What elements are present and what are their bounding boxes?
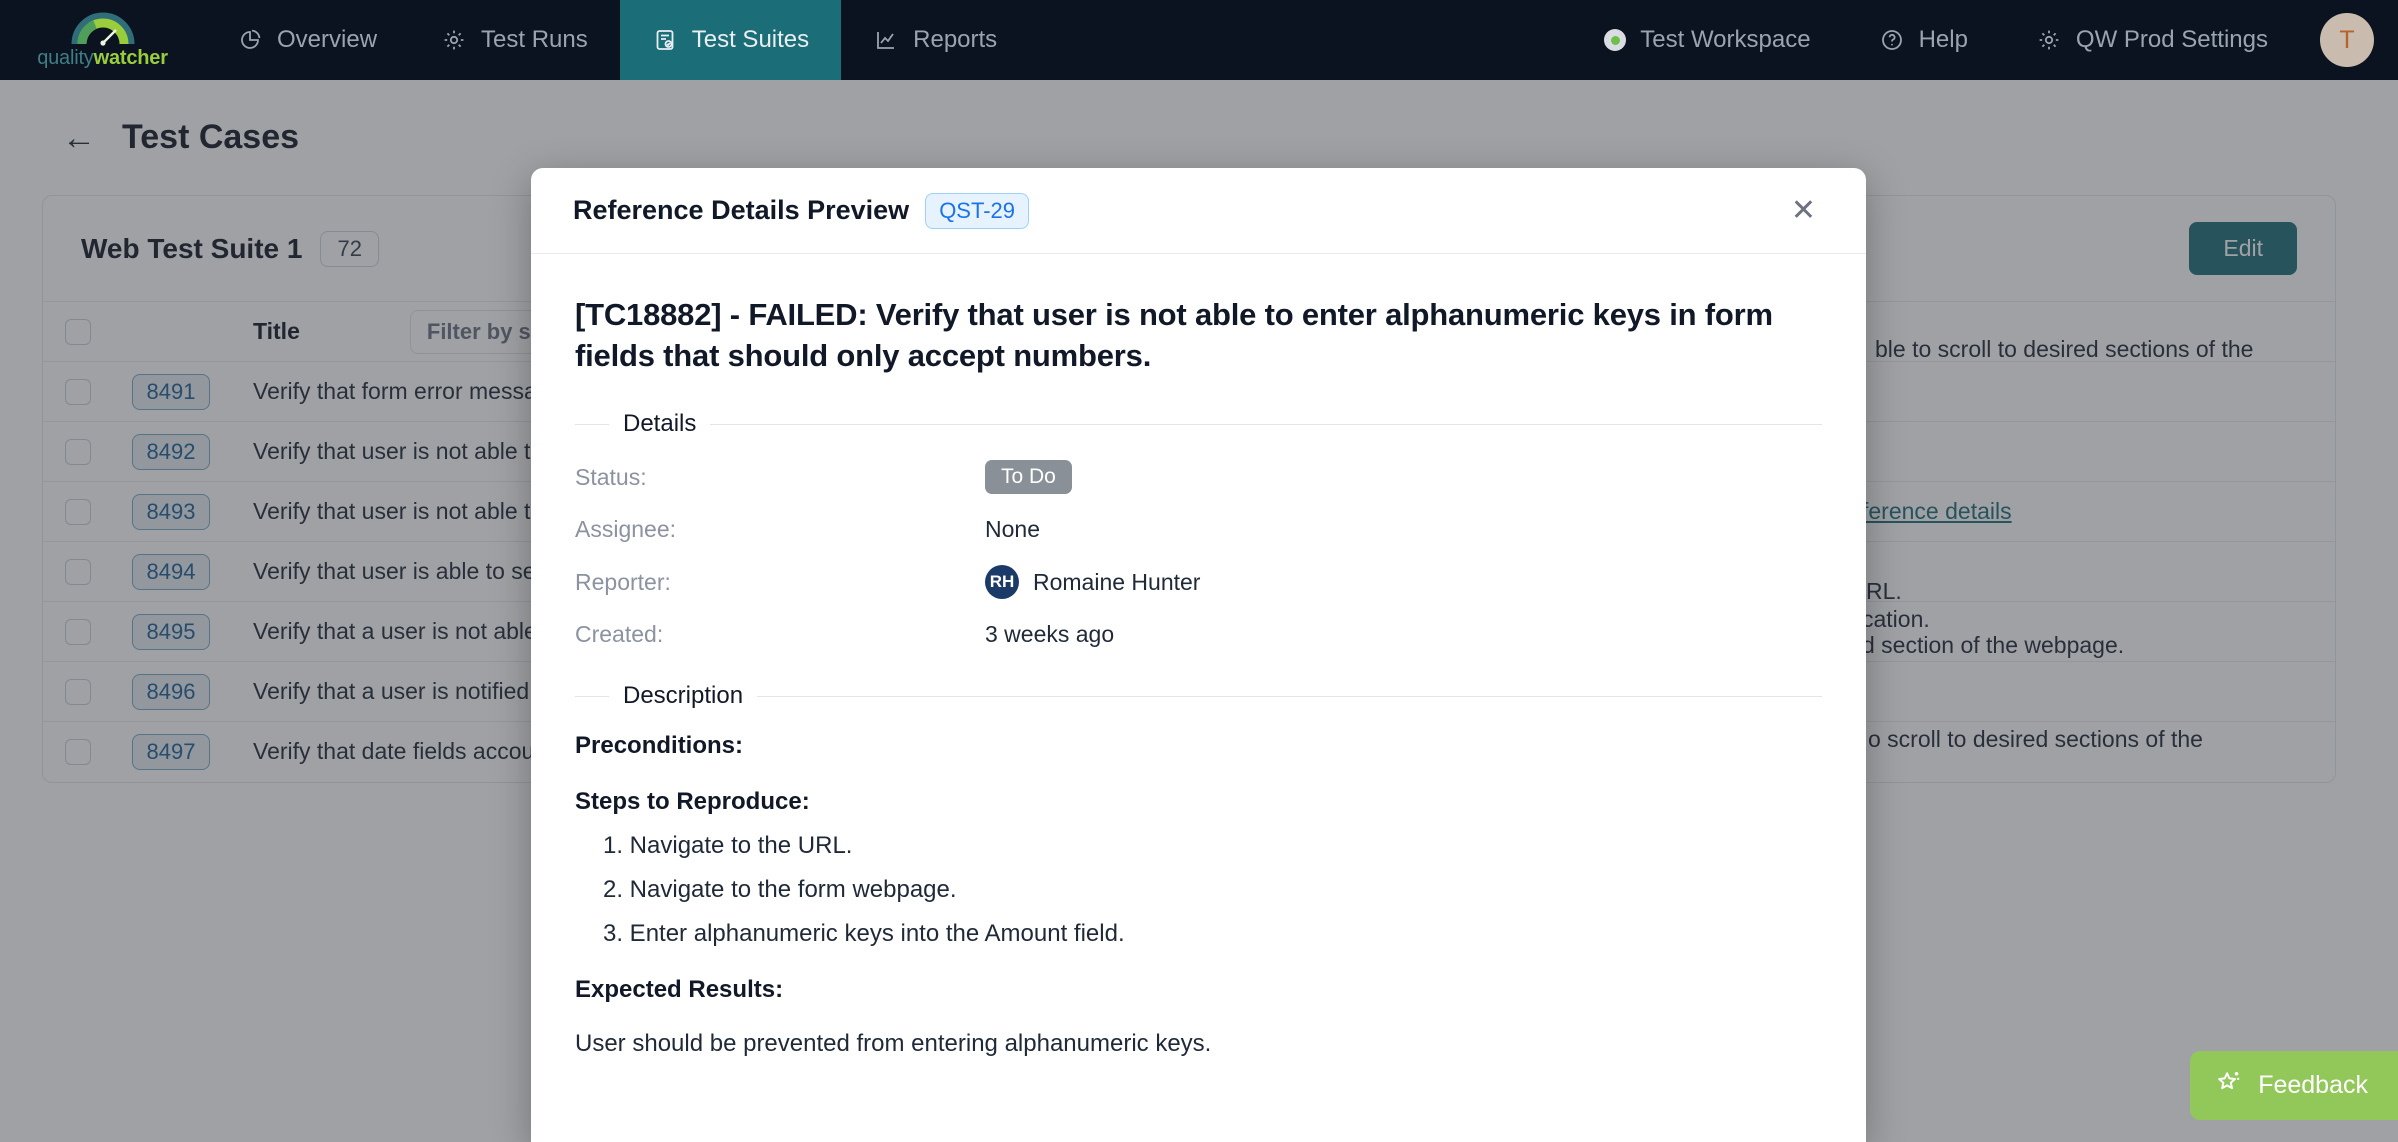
avatar[interactable]: T xyxy=(2320,13,2374,67)
nav-item-help[interactable]: Help xyxy=(1847,0,2000,80)
description-section-header: Description xyxy=(575,682,1822,710)
nav-label-reports: Reports xyxy=(913,26,998,53)
details-list: Status: To Do Assignee: None Reporter: R… xyxy=(575,460,1822,648)
logo-wordmark: qualitywatcher xyxy=(37,48,168,68)
detail-value-created: 3 weeks ago xyxy=(985,621,1115,648)
pie-chart-icon xyxy=(237,27,263,53)
reporter-name: Romaine Hunter xyxy=(1033,568,1201,595)
step-item: 2. Navigate to the form webpage. xyxy=(603,876,957,904)
rule-left xyxy=(575,695,609,697)
steps-to-reproduce-label: Steps to Reproduce: xyxy=(575,788,810,816)
rule-right xyxy=(757,695,1822,697)
detail-label-assignee: Assignee: xyxy=(575,516,677,543)
expected-results-label: Expected Results: xyxy=(575,976,784,1004)
preconditions-label: Preconditions: xyxy=(575,732,744,760)
nav-item-overview[interactable]: Overview xyxy=(205,0,409,80)
nav-label-overview: Overview xyxy=(277,26,378,53)
description-section-label: Description xyxy=(623,682,744,710)
gear-icon xyxy=(2036,27,2062,53)
reference-key-badge[interactable]: QST-29 xyxy=(925,192,1029,229)
expected-results-text: User should be prevented from entering a… xyxy=(575,1030,1212,1058)
reference-details-modal: Reference Details Preview QST-29 ✕ [TC18… xyxy=(531,168,1866,1142)
detail-label-reporter: Reporter: xyxy=(575,568,671,595)
modal-body: [TC18882] - FAILED: Verify that user is … xyxy=(531,254,1866,1142)
nav-item-settings[interactable]: QW Prod Settings xyxy=(2004,0,2300,80)
rule-right xyxy=(710,423,1822,425)
detail-row-reporter: Reporter: RH Romaine Hunter xyxy=(575,565,1822,600)
logo-word-quality: quality xyxy=(37,47,94,69)
secondary-nav: Test Workspace Help QW Prod Settings T xyxy=(1572,0,2398,80)
description-body: Preconditions: Steps to Reproduce: 1. Na… xyxy=(575,732,1822,1058)
clipboard-check-icon xyxy=(652,27,678,53)
detail-value-assignee: None xyxy=(985,516,1040,543)
gauge-logo-icon xyxy=(71,12,135,46)
close-icon[interactable]: ✕ xyxy=(1783,190,1824,232)
step-item: 3. Enter alphanumeric keys into the Amou… xyxy=(603,920,1125,948)
gear-icon xyxy=(441,27,467,53)
sparkle-star-icon xyxy=(2216,1068,2244,1103)
detail-row-status: Status: To Do xyxy=(575,460,1822,495)
modal-title: Reference Details Preview xyxy=(573,195,910,225)
reporter-avatar: RH xyxy=(985,565,1019,600)
feedback-button[interactable]: Feedback xyxy=(2190,1051,2398,1120)
nav-item-test-runs[interactable]: Test Runs xyxy=(409,0,620,80)
avatar-initial: T xyxy=(2339,25,2355,54)
nav-item-test-suites[interactable]: Test Suites xyxy=(619,0,842,80)
steps-list: 1. Navigate to the URL. 2. Navigate to t… xyxy=(575,832,1822,948)
nav-item-test-workspace[interactable]: Test Workspace xyxy=(1572,0,1842,80)
status-badge: To Do xyxy=(985,460,1072,495)
details-section-header: Details xyxy=(575,410,1822,438)
nav-label-test-runs: Test Runs xyxy=(481,26,588,53)
nav-label-test-workspace: Test Workspace xyxy=(1640,26,1811,53)
workspace-status-icon xyxy=(1604,29,1627,51)
step-item: 1. Navigate to the URL. xyxy=(603,832,853,860)
detail-label-status: Status: xyxy=(575,463,647,490)
detail-row-assignee: Assignee: None xyxy=(575,516,1822,543)
detail-value-status: To Do xyxy=(985,460,1072,495)
top-navigation-bar: qualitywatcher Overview Test Runs Test S… xyxy=(0,0,2398,80)
primary-nav: Overview Test Runs Test Suites Reports xyxy=(205,0,1029,80)
logo-word-watcher: watcher xyxy=(93,47,168,69)
line-chart-icon xyxy=(873,27,899,53)
nav-item-reports[interactable]: Reports xyxy=(841,0,1029,80)
detail-label-created: Created: xyxy=(575,621,664,648)
nav-label-test-suites: Test Suites xyxy=(691,26,810,53)
feedback-label: Feedback xyxy=(2258,1071,2368,1099)
nav-label-help: Help xyxy=(1918,26,1968,53)
app-root: qualitywatcher Overview Test Runs Test S… xyxy=(0,0,2398,1142)
detail-value-reporter: RH Romaine Hunter xyxy=(985,565,1201,600)
rule-left xyxy=(575,423,609,425)
nav-label-settings: QW Prod Settings xyxy=(2075,26,2268,53)
case-heading: [TC18882] - FAILED: Verify that user is … xyxy=(575,297,1773,374)
app-logo[interactable]: qualitywatcher xyxy=(0,0,205,80)
details-section-label: Details xyxy=(623,410,697,438)
detail-row-created: Created: 3 weeks ago xyxy=(575,621,1822,648)
modal-header: Reference Details Preview QST-29 ✕ xyxy=(531,168,1866,254)
question-circle-icon xyxy=(1879,27,1905,53)
